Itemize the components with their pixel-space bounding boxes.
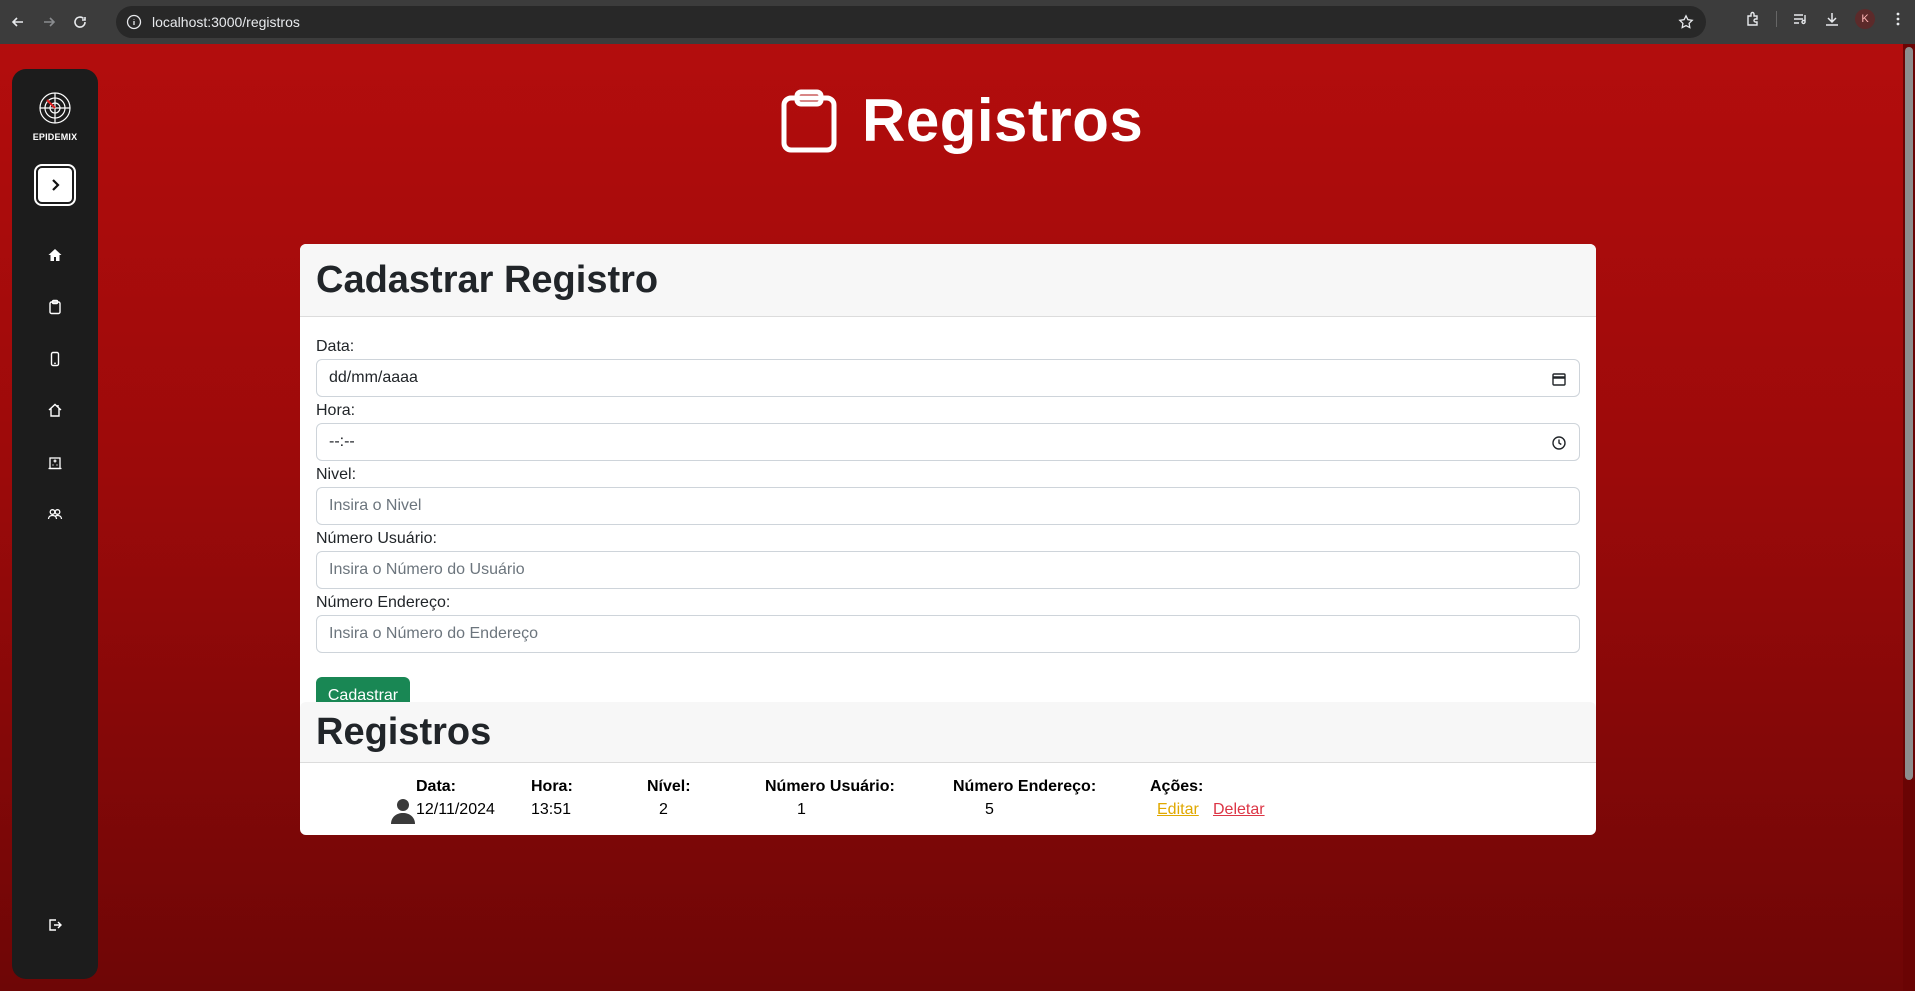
logo-text: EPIDEMIX (32, 132, 78, 142)
cell-data: 12/11/2024 (416, 801, 495, 818)
records-table: Data: Hora: Nível: Número Usuário: Númer… (300, 763, 1596, 835)
logout-button[interactable] (42, 912, 68, 938)
clock-icon[interactable] (1551, 435, 1567, 451)
logout-icon (49, 919, 62, 931)
nivel-placeholder: Insira o Nivel (329, 497, 422, 514)
date-field[interactable]: dd/mm/aaaa (316, 359, 1580, 397)
form-heading: Cadastrar Registro (316, 258, 659, 301)
list-heading: Registros (316, 710, 492, 753)
sidebar-item-usuarios[interactable] (42, 501, 68, 527)
list-card-header: Registros (300, 702, 1596, 763)
page-heading: Registros (862, 87, 1144, 154)
address-number-label: Número Endereço: (316, 594, 451, 611)
delete-link[interactable]: Deletar (1213, 801, 1265, 819)
phone-icon (50, 351, 60, 367)
user-number-label: Número Usuário: (316, 530, 437, 547)
site-info-icon[interactable] (126, 14, 142, 30)
scrollbar-thumb[interactable] (1905, 47, 1913, 780)
home-icon (48, 249, 62, 261)
time-value: --:-- (329, 433, 355, 450)
page-viewport: EPIDEMIX Registros Cadastrar Registro Da… (0, 44, 1915, 991)
column-header-data: Data: (416, 778, 457, 795)
url-text[interactable]: localhost:3000/registros (152, 14, 300, 30)
user-avatar-icon (391, 799, 415, 824)
column-header-acoes: Ações: (1150, 778, 1204, 795)
browser-toolbar: localhost:3000/registros K (0, 0, 1915, 44)
page-title: Registros (780, 86, 1143, 155)
chevron-right-icon (52, 179, 60, 191)
sidebar-toggle-button[interactable] (34, 164, 76, 206)
toolbar-divider (1776, 11, 1777, 27)
extensions-icon[interactable] (1744, 10, 1762, 28)
sidebar-item-registros[interactable] (42, 294, 68, 320)
clipboard-icon (781, 89, 837, 152)
column-header-nivel: Nível: (647, 778, 691, 795)
download-icon[interactable] (1823, 10, 1841, 28)
column-header-hora: Hora: (531, 778, 573, 795)
cell-hora: 13:51 (531, 801, 572, 818)
user-number-input[interactable]: Insira o Número do Usuário (316, 551, 1580, 589)
cell-nivel: 2 (659, 801, 668, 818)
address-number-placeholder: Insira o Número do Endereço (329, 625, 538, 642)
page-scrollbar[interactable] (1903, 44, 1915, 991)
time-label: Hora: (316, 402, 356, 419)
nivel-label: Nivel: (316, 466, 357, 483)
records-list-card: Registros Data: Hora: Nível: Número Usuá… (300, 702, 1596, 835)
register-form: Data: dd/mm/aaaa Hora: --:-- Nivel: Insi… (300, 317, 1596, 732)
cell-usuario: 1 (797, 801, 806, 818)
back-icon[interactable] (5, 9, 31, 35)
bookmark-star-icon[interactable] (1678, 14, 1694, 30)
logo: EPIDEMIX (32, 91, 78, 151)
nivel-input[interactable]: Insira o Nivel (316, 487, 1580, 525)
menu-kebab-icon[interactable] (1889, 10, 1907, 28)
people-icon (47, 509, 63, 520)
profile-avatar[interactable]: K (1855, 9, 1875, 29)
sidebar-item-hospitais[interactable] (42, 449, 68, 475)
house-icon (48, 403, 62, 417)
sidebar-item-dispositivos[interactable] (42, 346, 68, 372)
reload-icon[interactable] (67, 9, 93, 35)
address-number-input[interactable]: Insira o Número do Endereço (316, 615, 1580, 653)
user-number-placeholder: Insira o Número do Usuário (329, 561, 525, 578)
hospital-icon (48, 457, 62, 470)
sidebar-item-enderecos[interactable] (42, 397, 68, 423)
date-label: Data: (316, 338, 355, 355)
time-field[interactable]: --:-- (316, 423, 1580, 461)
radar-logo-icon (39, 92, 71, 124)
sidebar-item-home[interactable] (42, 242, 68, 268)
calendar-icon[interactable] (1551, 371, 1567, 387)
browser-actions: K (1744, 9, 1907, 29)
register-form-card: Cadastrar Registro Data: dd/mm/aaaa Hora… (300, 244, 1596, 755)
column-header-usuario: Número Usuário: (765, 778, 895, 795)
media-icon[interactable] (1791, 10, 1809, 28)
sidebar: EPIDEMIX (12, 69, 98, 979)
clipboard-icon (49, 299, 61, 315)
forward-icon[interactable] (36, 9, 62, 35)
column-header-endereco: Número Endereço: (953, 778, 1097, 795)
cell-endereco: 5 (985, 801, 994, 818)
form-card-header: Cadastrar Registro (300, 244, 1596, 317)
date-value: dd/mm/aaaa (329, 369, 418, 386)
edit-link[interactable]: Editar (1157, 801, 1199, 819)
address-bar[interactable]: localhost:3000/registros (116, 6, 1706, 38)
